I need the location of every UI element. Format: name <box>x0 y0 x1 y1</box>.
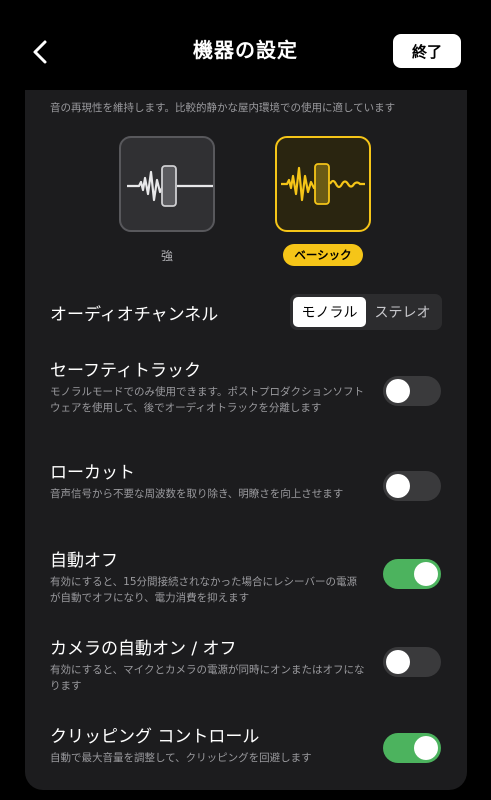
low-cut-toggle[interactable] <box>383 471 441 501</box>
safety-track-title: セーフティトラック <box>50 361 201 381</box>
audio-channel-selector: モノラル ステレオ <box>290 294 442 330</box>
audio-channel-title: オーディオチャンネル <box>50 305 219 325</box>
safety-track-toggle[interactable] <box>383 376 441 406</box>
toggle-knob <box>414 736 438 760</box>
auto-off-toggle[interactable] <box>383 559 441 589</box>
mode-option-strong[interactable] <box>119 136 215 232</box>
done-button[interactable]: 終了 <box>393 34 461 68</box>
auto-off-description: 有効にすると、15分間接続されなかった場合にレシーバーの電源が自動でオフになり、… <box>50 576 357 604</box>
safety-track-description: モノラルモードでのみ使用できます。ポストプロダクションソフトウェアを使用して、後… <box>50 386 364 414</box>
camera-auto-power-toggle[interactable] <box>383 647 441 677</box>
camera-auto-power-title: カメラの自動オン / オフ <box>50 639 237 659</box>
clipping-control-toggle[interactable] <box>383 733 441 763</box>
clipping-control-description: 自動で最大音量を調整して、クリッピングを回避します <box>50 752 312 764</box>
waveform-icon <box>127 165 213 207</box>
camera-auto-power-description: 有効にすると、マイクとカメラの電源が同時にオンまたはオフになります <box>50 664 365 692</box>
audio-channel-stereo[interactable]: ステレオ <box>366 297 439 327</box>
clipping-control-title: クリッピング コントロール <box>50 727 260 747</box>
mode-description: 音の再現性を維持します。比較的静かな屋内環境での使用に適しています <box>50 102 396 114</box>
header: 機器の設定 終了 <box>0 0 491 100</box>
mode-option-basic[interactable] <box>275 136 371 232</box>
toggle-knob <box>414 562 438 586</box>
toggle-knob <box>386 379 410 403</box>
auto-off-title: 自動オフ <box>50 551 118 571</box>
toggle-knob <box>386 650 410 674</box>
low-cut-description: 音声信号から不要な周波数を取り除き、明瞭さを向上させます <box>50 488 344 500</box>
audio-channel-mono[interactable]: モノラル <box>293 297 366 327</box>
low-cut-title: ローカット <box>50 463 135 483</box>
mode-label-strong: 強 <box>160 249 173 263</box>
waveform-icon <box>281 163 365 205</box>
settings-card: 音の再現性を維持します。比較的静かな屋内環境での使用に適しています 強 ベーシッ… <box>25 90 467 790</box>
toggle-knob <box>386 474 410 498</box>
mode-label-basic: ベーシック <box>283 244 363 266</box>
